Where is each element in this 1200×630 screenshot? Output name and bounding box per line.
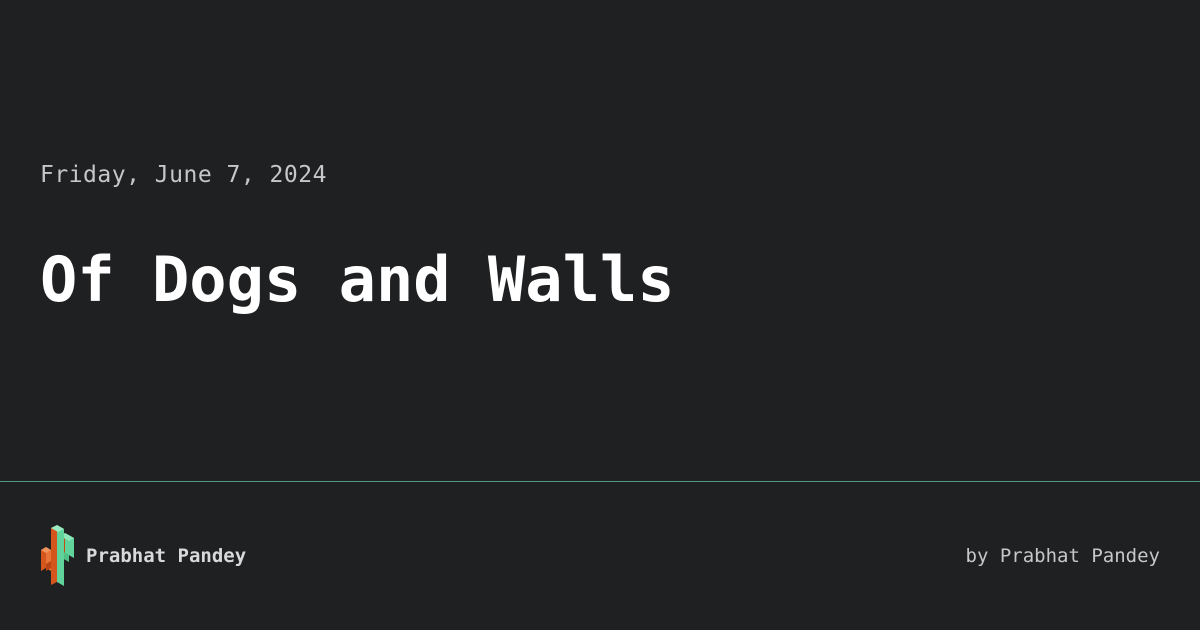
cactus-logo-icon (41, 525, 74, 586)
footer-brand[interactable]: Prabhat Pandey (40, 524, 246, 588)
site-name: Prabhat Pandey (86, 545, 247, 567)
footer-divider (0, 481, 1200, 482)
post-title: Of Dogs and Walls (40, 243, 675, 316)
byline: by Prabhat Pandey (965, 545, 1160, 567)
post-date: Friday, June 7, 2024 (40, 162, 327, 188)
